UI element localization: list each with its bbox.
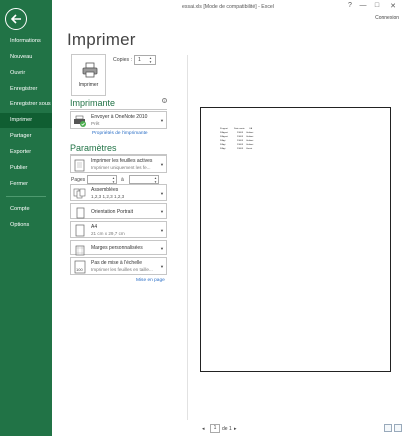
collate-value: Assemblées: [91, 187, 119, 193]
print-what-value: Imprimer les feuilles actives: [91, 158, 153, 164]
backstage-nav: Informations Nouveau Ouvrir Enregistrer …: [0, 0, 52, 436]
nav-item-exporter[interactable]: Exporter: [0, 145, 52, 160]
print-what-detail: Imprimer uniquement les fe...: [91, 165, 151, 170]
nav-item-enregistrer-sous[interactable]: Enregistrer sous: [0, 97, 52, 112]
settings-heading: Paramètres: [70, 143, 117, 153]
print-button[interactable]: Imprimer: [71, 54, 106, 96]
page-setup-link[interactable]: Mise en page: [136, 278, 165, 283]
nav-item-publier[interactable]: Publier: [0, 161, 52, 176]
chevron-down-icon: ▼: [160, 190, 164, 196]
paper-size-detail: 21 cm x 29,7 cm: [91, 231, 125, 236]
chevron-down-icon: ▼: [160, 209, 164, 214]
print-preview-page: N agent Date vente CA N Agent 2/4/03 Giu…: [200, 107, 391, 372]
nav-item-compte[interactable]: Compte: [0, 202, 52, 217]
paper-size-value: A4: [91, 224, 98, 230]
scaling-select[interactable]: 100 Pas de mise à l'échelle Imprimer les…: [70, 257, 167, 275]
paper-size-select[interactable]: A4 21 cm x 29,7 cm ▼: [70, 221, 167, 238]
sheets-icon: [73, 158, 87, 172]
printer-icon: [82, 62, 98, 78]
scaling-detail: Imprimer les feuilles en taille...: [91, 267, 153, 272]
maximize-button[interactable]: □: [372, 2, 382, 9]
nav-item-partager[interactable]: Partager: [0, 129, 52, 144]
scaling-value: Pas de mise à l'échelle: [91, 260, 142, 266]
help-button[interactable]: ?: [345, 2, 355, 9]
nav-item-fermer[interactable]: Fermer: [0, 177, 52, 192]
page-count: de 1: [222, 426, 232, 432]
collate-select[interactable]: Assemblées 1,2,3 1,2,3 1,2,3 ▼: [70, 184, 167, 201]
chevron-down-icon: ▼: [160, 264, 164, 269]
portrait-icon: [73, 206, 87, 219]
page-title: Imprimer: [67, 30, 136, 49]
printer-select[interactable]: Envoyer à OneNote 2010 Prêt ▼: [70, 111, 167, 129]
close-button[interactable]: ✕: [388, 2, 398, 10]
pages-to-label: à: [121, 177, 124, 183]
orientation-value: Orientation Portrait: [91, 209, 133, 215]
nav-item-options[interactable]: Options: [0, 218, 52, 233]
onenote-printer-icon: [73, 114, 87, 127]
margins-select[interactable]: Marges personnalisées ▼: [70, 240, 167, 256]
nav-item-ouvrir[interactable]: Ouvrir: [0, 66, 52, 81]
chevron-down-icon: ▼: [160, 227, 164, 233]
chevron-down-icon: ▼: [160, 162, 164, 167]
orientation-select[interactable]: Orientation Portrait ▼: [70, 203, 167, 219]
page-number-input[interactable]: 1: [210, 424, 220, 433]
section-divider: [70, 109, 167, 110]
show-margins-icon[interactable]: [384, 424, 392, 432]
back-arrow-icon[interactable]: [5, 8, 27, 30]
collate-order: 1,2,3 1,2,3 1,2,3: [91, 194, 125, 199]
nav-item-nouveau[interactable]: Nouveau: [0, 50, 52, 65]
pages-label: Pages :: [71, 177, 88, 183]
zoom-to-page-icon[interactable]: [394, 424, 402, 432]
copies-input[interactable]: 1: [134, 55, 156, 65]
scaling-icon: 100: [73, 260, 87, 274]
info-icon[interactable]: i: [162, 98, 167, 103]
next-page-button[interactable]: ▸: [234, 426, 237, 432]
chevron-down-icon: ▼: [160, 245, 164, 251]
svg-text:100: 100: [76, 267, 83, 272]
copies-spinner[interactable]: ▲ ▼: [149, 56, 152, 64]
nav-divider: [6, 196, 46, 197]
nav-item-imprimer[interactable]: Imprimer: [0, 113, 52, 128]
minimize-button[interactable]: —: [358, 2, 368, 9]
pages-from-spinner[interactable]: ▲ ▼: [112, 176, 115, 184]
printer-heading: Imprimante: [70, 98, 116, 108]
title-bar: essai.xls [Mode de compatibilité] - Exce…: [52, 0, 404, 24]
print-button-label: Imprimer: [78, 82, 99, 88]
print-what-select[interactable]: Imprimer les feuilles actives Imprimer u…: [70, 155, 167, 173]
nav-item-informations[interactable]: Informations: [0, 34, 52, 49]
margins-value: Marges personnalisées: [91, 245, 143, 251]
printer-name: Envoyer à OneNote 2010: [91, 114, 148, 120]
copies-label: Copies :: [113, 57, 133, 63]
margins-icon: [73, 243, 87, 256]
chevron-down-icon: ▼: [160, 118, 164, 123]
printer-properties-link[interactable]: Propriétés de l'imprimante: [92, 131, 148, 136]
nav-item-enregistrer[interactable]: Enregistrer: [0, 82, 52, 97]
collate-icon: [73, 187, 87, 199]
panel-divider: [187, 55, 188, 420]
printer-status: Prêt: [91, 121, 100, 126]
pages-to-spinner[interactable]: ▲ ▼: [154, 176, 157, 184]
prev-page-button[interactable]: ◂: [202, 426, 205, 432]
paper-icon: [73, 224, 87, 237]
sign-in-link[interactable]: Connexion: [375, 15, 399, 21]
